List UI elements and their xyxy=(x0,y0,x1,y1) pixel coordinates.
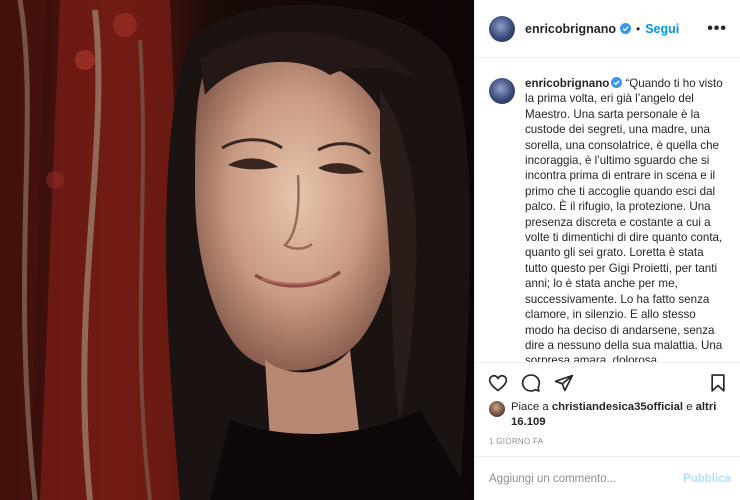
follow-button[interactable]: Segui xyxy=(645,22,679,36)
post-side-panel: enricobrignano • Segui ••• enricobrignan… xyxy=(474,0,740,500)
caption-username[interactable]: enricobrignano xyxy=(525,77,609,90)
more-options-icon[interactable]: ••• xyxy=(707,20,727,38)
header-username[interactable]: enricobrignano xyxy=(525,22,616,36)
publish-button[interactable]: Pubblica xyxy=(683,473,731,485)
avatar[interactable] xyxy=(489,15,515,42)
caption-body: enricobrignano “Quando ti ho visto la pri… xyxy=(525,76,727,362)
likes-connector: e xyxy=(686,401,693,413)
comment-input[interactable] xyxy=(489,472,684,485)
post-photo[interactable] xyxy=(0,0,474,500)
comment-bar: Pubblica xyxy=(475,456,740,500)
likes-prefix: Piace a xyxy=(511,401,549,413)
verified-badge-icon xyxy=(619,23,631,34)
verified-badge-icon xyxy=(611,77,623,88)
post-actions xyxy=(475,362,740,400)
caption-text: “Quando ti ho visto la prima volta, eri … xyxy=(525,77,723,362)
header-separator: • xyxy=(635,21,641,36)
heart-icon[interactable] xyxy=(488,373,508,393)
liker-avatar[interactable] xyxy=(489,401,505,417)
likes-text: Piace a christiandesica35official e altr… xyxy=(511,400,729,430)
post-timestamp[interactable]: 1 GIORNO FA xyxy=(489,437,543,446)
post-header: enricobrignano • Segui ••• xyxy=(475,0,740,58)
likes-summary: Piace a christiandesica35official e altr… xyxy=(489,400,729,430)
share-icon[interactable] xyxy=(554,373,574,393)
post-caption: enricobrignano “Quando ti ho visto la pri… xyxy=(475,58,740,362)
caption-avatar[interactable] xyxy=(489,78,515,104)
portrait-image xyxy=(0,0,474,500)
liker-username[interactable]: christiandesica35official xyxy=(552,401,683,413)
comment-icon[interactable] xyxy=(521,373,541,393)
bookmark-icon[interactable] xyxy=(708,373,728,393)
